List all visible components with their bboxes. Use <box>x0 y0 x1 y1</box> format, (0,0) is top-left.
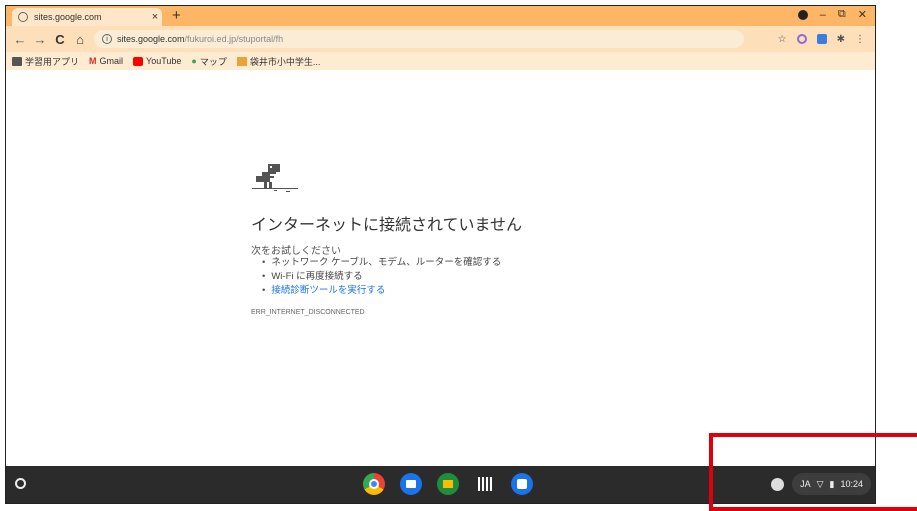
address-bar[interactable]: i sites.google.com/fukuroi.ed.jp/stuport… <box>94 30 744 48</box>
error-code: ERR_INTERNET_DISCONNECTED <box>251 309 365 316</box>
youtube-icon <box>133 56 144 66</box>
browser-tab[interactable]: sites.google.com × <box>12 8 162 26</box>
menu-icon[interactable]: ⋮ <box>855 34 865 45</box>
tab-strip: sites.google.com × + – ⧉ ✕ <box>6 6 875 26</box>
tab-title: sites.google.com <box>34 12 102 22</box>
bookmark-item[interactable]: 学習用アプリ <box>12 55 79 68</box>
gmail-icon: M <box>89 56 97 66</box>
page-content: インターネットに接続されていません 次をお試しください ネットワーク ケーブル、… <box>6 70 875 468</box>
files-icon[interactable] <box>400 473 422 495</box>
back-button[interactable]: ← <box>10 32 30 47</box>
url-host: sites.google.com <box>117 34 185 44</box>
maps-pin-icon: ● <box>191 56 197 66</box>
apps-grid-icon <box>12 56 22 66</box>
chromebook-screen: sites.google.com × + – ⧉ ✕ ← → C ⌂ i sit… <box>5 5 876 504</box>
camera-icon[interactable] <box>511 473 533 495</box>
dinosaur-icon <box>252 164 298 192</box>
highlight-rectangle <box>709 433 917 511</box>
bookmarks-bar: 学習用アプリ M Gmail YouTube ● マップ 袋井市小中学生... <box>6 52 875 70</box>
pinned-apps <box>363 473 533 495</box>
suggestion-item: ネットワーク ケーブル、モデム、ルーターを確認する <box>262 256 501 270</box>
bookmark-star-icon[interactable]: ☆ <box>778 34 787 45</box>
launcher-button[interactable] <box>15 478 26 489</box>
profile-icon[interactable] <box>797 9 808 20</box>
bookmark-item[interactable]: 袋井市小中学生... <box>236 55 320 68</box>
window-controls: – ⧉ ✕ <box>797 8 867 21</box>
tab-close-button[interactable]: × <box>148 11 162 23</box>
home-button[interactable]: ⌂ <box>70 32 90 47</box>
bookmark-item[interactable]: ● マップ <box>191 55 226 68</box>
qr-icon[interactable] <box>474 473 496 495</box>
error-title: インターネットに接続されていません <box>251 217 523 234</box>
suggestion-list: ネットワーク ケーブル、モデム、ルーターを確認する Wi-Fi に再度接続する … <box>262 256 501 298</box>
classroom-icon[interactable] <box>437 473 459 495</box>
url-path: /fukuroi.ed.jp/stuportal/fh <box>184 34 284 44</box>
diagnostics-link[interactable]: 接続診断ツールを実行する <box>262 284 501 298</box>
info-icon[interactable]: i <box>102 34 112 44</box>
forward-button[interactable]: → <box>30 32 50 47</box>
try-text: 次をお試しください <box>251 246 341 257</box>
restore-button[interactable]: ⧉ <box>838 8 846 21</box>
reload-button[interactable]: C <box>50 32 70 47</box>
school-icon <box>236 56 247 66</box>
toolbar-actions: ☆ ✱ ⋮ <box>778 34 865 45</box>
new-tab-button[interactable]: + <box>172 7 181 24</box>
extension-icon[interactable] <box>816 34 827 44</box>
bookmark-item[interactable]: YouTube <box>133 56 181 66</box>
globe-icon <box>18 12 28 22</box>
bookmark-item[interactable]: M Gmail <box>89 56 123 66</box>
browser-toolbar: ← → C ⌂ i sites.google.com/fukuroi.ed.jp… <box>6 26 875 52</box>
close-window-button[interactable]: ✕ <box>858 8 867 21</box>
minimize-button[interactable]: – <box>820 9 826 21</box>
chrome-icon[interactable] <box>363 473 385 495</box>
extension-icon[interactable] <box>796 34 807 44</box>
puzzle-icon[interactable]: ✱ <box>837 34 845 45</box>
suggestion-item: Wi-Fi に再度接続する <box>262 270 501 284</box>
